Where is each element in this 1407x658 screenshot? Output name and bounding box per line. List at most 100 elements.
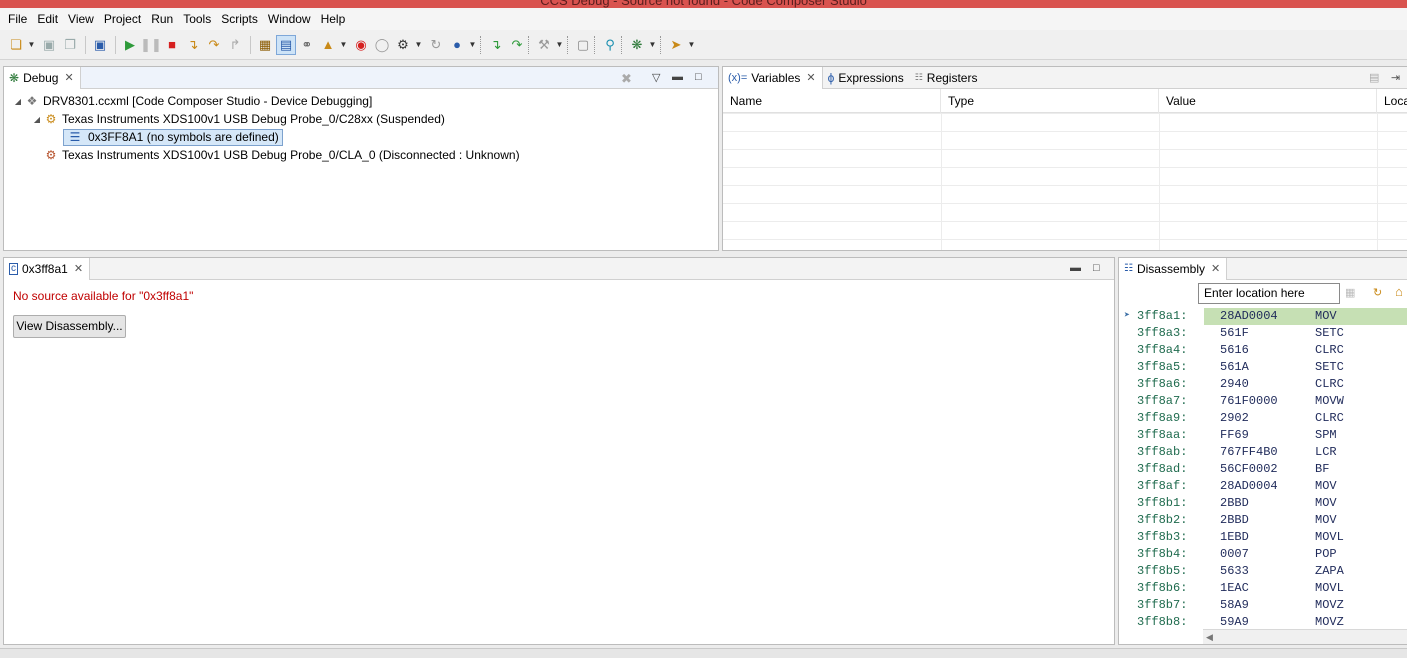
close-icon[interactable]: ✕ [74, 262, 83, 275]
disassembly-row[interactable]: 3ff8a3: 561F SETC [1119, 325, 1407, 342]
tree-item-stack-frame[interactable]: ☰ 0x3FF8A1 (no symbols are defined) [63, 128, 283, 146]
close-icon[interactable]: ✕ [806, 71, 815, 84]
disassembly-row[interactable]: ➤ 3ff8a1: 28AD0004 MOV [1119, 308, 1407, 325]
disassembly-row[interactable]: 3ff8b3: 1EBD MOVL [1119, 529, 1407, 546]
menu-window[interactable]: Window [263, 9, 316, 29]
menu-run[interactable]: Run [146, 9, 178, 29]
menu-view[interactable]: View [63, 9, 99, 29]
toolbar-overflow-icon[interactable]: ⇥ [1391, 71, 1400, 84]
disassembly-row[interactable]: 3ff8b5: 5633 ZAPA [1119, 563, 1407, 580]
save-icon[interactable]: ▣ [39, 35, 59, 55]
assembly-step-over-icon[interactable]: ↷ [507, 35, 527, 55]
terminate-icon[interactable]: ■ [162, 35, 182, 55]
tab-debug[interactable]: ❋ Debug ✕ [4, 66, 81, 89]
memory-grid-icon[interactable]: ▦ [255, 35, 275, 55]
tree-item-config[interactable]: ◢ ❖ DRV8301.ccxml [Code Composer Studio … [12, 92, 372, 110]
menu-scripts[interactable]: Scripts [216, 9, 263, 29]
reset-cpu-icon[interactable]: ⚙ [393, 35, 413, 55]
close-icon[interactable]: ✕ [1211, 262, 1220, 275]
collapse-arrow-icon[interactable]: ◢ [12, 97, 24, 106]
scroll-left-icon[interactable]: ◀ [1206, 632, 1213, 642]
disassembly-row[interactable]: 3ff8a6: 2940 CLRC [1119, 376, 1407, 393]
disassembly-row[interactable]: 3ff8b4: 0007 POP [1119, 546, 1407, 563]
disassembly-row[interactable]: 3ff8aa: FF69 SPM [1119, 427, 1407, 444]
tab-registers[interactable]: ☷ Registers [910, 67, 984, 89]
external-tools-dropdown-icon[interactable]: ▼ [687, 35, 696, 55]
menu-edit[interactable]: Edit [32, 9, 63, 29]
horizontal-scrollbar[interactable]: ◀ [1203, 629, 1407, 644]
new-dropdown-icon[interactable]: ▼ [27, 35, 36, 55]
home-icon[interactable]: ⌂ [1395, 284, 1403, 299]
instruction-mnemonic: CLRC [1315, 377, 1344, 391]
search-icon[interactable]: ⚲ [600, 35, 620, 55]
disassembly-row[interactable]: 3ff8b7: 58A9 MOVZ [1119, 597, 1407, 614]
reset-dropdown-icon[interactable]: ▼ [414, 35, 423, 55]
view-menu-icon[interactable]: ▽ [652, 71, 660, 84]
tree-item-cpu-cla[interactable]: ⚙ Texas Instruments XDS100v1 USB Debug P… [43, 146, 520, 164]
menu-tools[interactable]: Tools [178, 9, 216, 29]
minimize-icon[interactable]: ▬ [1070, 262, 1081, 274]
disassembly-row[interactable]: 3ff8af: 28AD0004 MOV [1119, 478, 1407, 495]
load-dropdown-icon[interactable]: ▼ [339, 35, 348, 55]
cpu-suspended-icon: ⚙ [45, 112, 57, 126]
disassembly-row[interactable]: 3ff8a7: 761F0000 MOVW [1119, 393, 1407, 410]
skip-breakpoints-icon[interactable]: ◯ [372, 35, 392, 55]
selected-stack-frame[interactable]: ☰ 0x3FF8A1 (no symbols are defined) [63, 128, 283, 146]
column-header-name[interactable]: Name [723, 89, 941, 113]
maximize-icon[interactable]: □ [1093, 262, 1100, 274]
view-disassembly-button[interactable]: View Disassembly... [13, 315, 126, 338]
tab-expressions[interactable]: ϕ Expressions [823, 67, 910, 89]
tab-variables[interactable]: (x)= Variables ✕ [723, 66, 823, 89]
column-header-type[interactable]: Type [941, 89, 1159, 113]
instruction-address: 3ff8a5: [1137, 360, 1188, 374]
debug-monitor-icon[interactable]: ▣ [90, 35, 110, 55]
disassembly-row[interactable]: 3ff8b2: 2BBD MOV [1119, 512, 1407, 529]
menu-help[interactable]: Help [316, 9, 351, 29]
tab-disassembly[interactable]: ☷ Disassembly ✕ [1119, 257, 1228, 280]
resume-icon[interactable]: ▶ [120, 35, 140, 55]
menu-file[interactable]: File [3, 9, 32, 29]
column-header-value[interactable]: Value [1159, 89, 1377, 113]
assembly-step-into-icon[interactable]: ↴ [486, 35, 506, 55]
disassembly-row[interactable]: 3ff8a9: 2902 CLRC [1119, 410, 1407, 427]
location-input[interactable]: Enter location here [1198, 283, 1340, 304]
menu-project[interactable]: Project [99, 9, 146, 29]
disassembly-row[interactable]: 3ff8ad: 56CF0002 BF [1119, 461, 1407, 478]
disassembly-row[interactable]: 3ff8b6: 1EAC MOVL [1119, 580, 1407, 597]
build-dropdown-icon[interactable]: ▼ [555, 35, 564, 55]
collapse-all-icon[interactable]: ▤ [1369, 71, 1379, 84]
debug-bug-icon[interactable]: ❋ [627, 35, 647, 55]
restart-icon[interactable]: ↻ [426, 35, 446, 55]
step-over-icon[interactable]: ↷ [204, 35, 224, 55]
disassembly-row[interactable]: 3ff8b1: 2BBD MOV [1119, 495, 1407, 512]
step-return-icon[interactable]: ↱ [225, 35, 245, 55]
profile-dropdown-icon[interactable]: ▼ [468, 35, 477, 55]
link-with-debug-icon[interactable]: ↻ [1373, 286, 1382, 299]
remove-terminated-icon[interactable]: ✖ [621, 71, 632, 87]
tab-editor-0x3ff8a1[interactable]: c 0x3ff8a1 ✕ [4, 257, 91, 280]
debug-dropdown-icon[interactable]: ▼ [648, 35, 657, 55]
step-into-icon[interactable]: ↴ [183, 35, 203, 55]
collapse-arrow-icon[interactable]: ◢ [31, 115, 43, 124]
connect-icon[interactable]: ⚭ [297, 35, 317, 55]
instruction-stepping-icon[interactable]: ▤ [276, 34, 296, 55]
profile-icon[interactable]: ● [447, 35, 467, 55]
load-program-icon[interactable]: ▲ [318, 35, 338, 55]
tree-item-cpu-c28xx[interactable]: ◢ ⚙ Texas Instruments XDS100v1 USB Debug… [31, 110, 445, 128]
external-tools-icon[interactable]: ➤ [666, 35, 686, 55]
disassembly-row[interactable]: 3ff8ab: 767FF4B0 LCR [1119, 444, 1407, 461]
remove-breakpoints-icon[interactable]: ◉ [351, 35, 371, 55]
column-header-location[interactable]: Loca [1377, 89, 1407, 113]
new-icon[interactable]: ❏ [6, 35, 26, 55]
disassembly-row[interactable]: 3ff8a4: 5616 CLRC [1119, 342, 1407, 359]
minimize-icon[interactable]: ▬ [672, 71, 683, 83]
close-icon[interactable]: ✕ [64, 71, 73, 84]
maximize-icon[interactable]: □ [695, 71, 702, 83]
console-icon[interactable]: ▢ [573, 35, 593, 55]
save-all-icon[interactable]: ❐ [60, 35, 80, 55]
suspend-icon[interactable]: ❚❚ [140, 35, 162, 55]
disassembly-row[interactable]: 3ff8b8: 59A9 MOVZ [1119, 614, 1407, 628]
go-to-location-icon[interactable]: ▦ [1345, 286, 1355, 299]
disassembly-row[interactable]: 3ff8a5: 561A SETC [1119, 359, 1407, 376]
build-icon[interactable]: ⚒ [534, 35, 554, 55]
